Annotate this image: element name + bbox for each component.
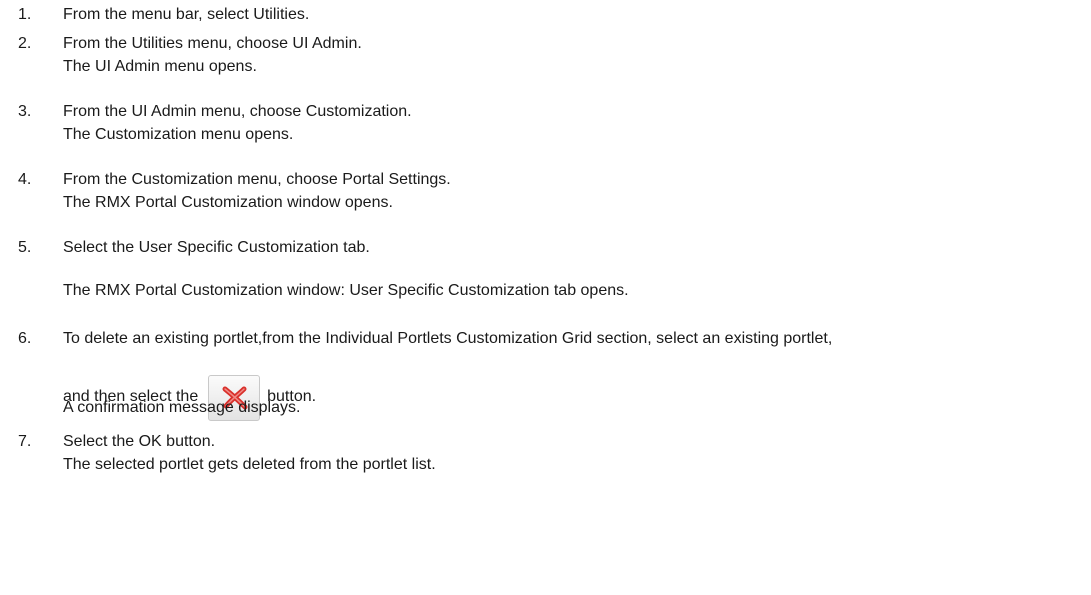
step-number: 3. — [18, 103, 32, 120]
step-instruction: From the Utilities menu, choose UI Admin… — [63, 35, 362, 52]
step-result: A confirmation message displays. — [63, 399, 301, 416]
step-instruction: To delete an existing portlet,from the I… — [63, 330, 833, 347]
step-number: 6. — [18, 330, 32, 347]
step-number: 4. — [18, 171, 32, 188]
step-number: 1. — [18, 6, 32, 23]
step-result: The Customization menu opens. — [63, 126, 294, 143]
step-instruction: From the menu bar, select Utilities. — [63, 6, 310, 23]
step-number: 5. — [18, 239, 32, 256]
step-result: The selected portlet gets deleted from t… — [63, 456, 436, 473]
step-result: The UI Admin menu opens. — [63, 58, 257, 75]
step-number: 2. — [18, 35, 32, 52]
step-result: The RMX Portal Customization window: Use… — [63, 282, 629, 299]
step-instruction: From the UI Admin menu, choose Customiza… — [63, 103, 412, 120]
step-instruction: From the Customization menu, choose Port… — [63, 171, 451, 188]
document-page: 1. From the menu bar, select Utilities. … — [0, 0, 1091, 595]
step-instruction: Select the User Specific Customization t… — [63, 239, 370, 256]
step-instruction: Select the OK button. — [63, 433, 216, 450]
step-result: The RMX Portal Customization window open… — [63, 194, 393, 211]
step-number: 7. — [18, 433, 32, 450]
